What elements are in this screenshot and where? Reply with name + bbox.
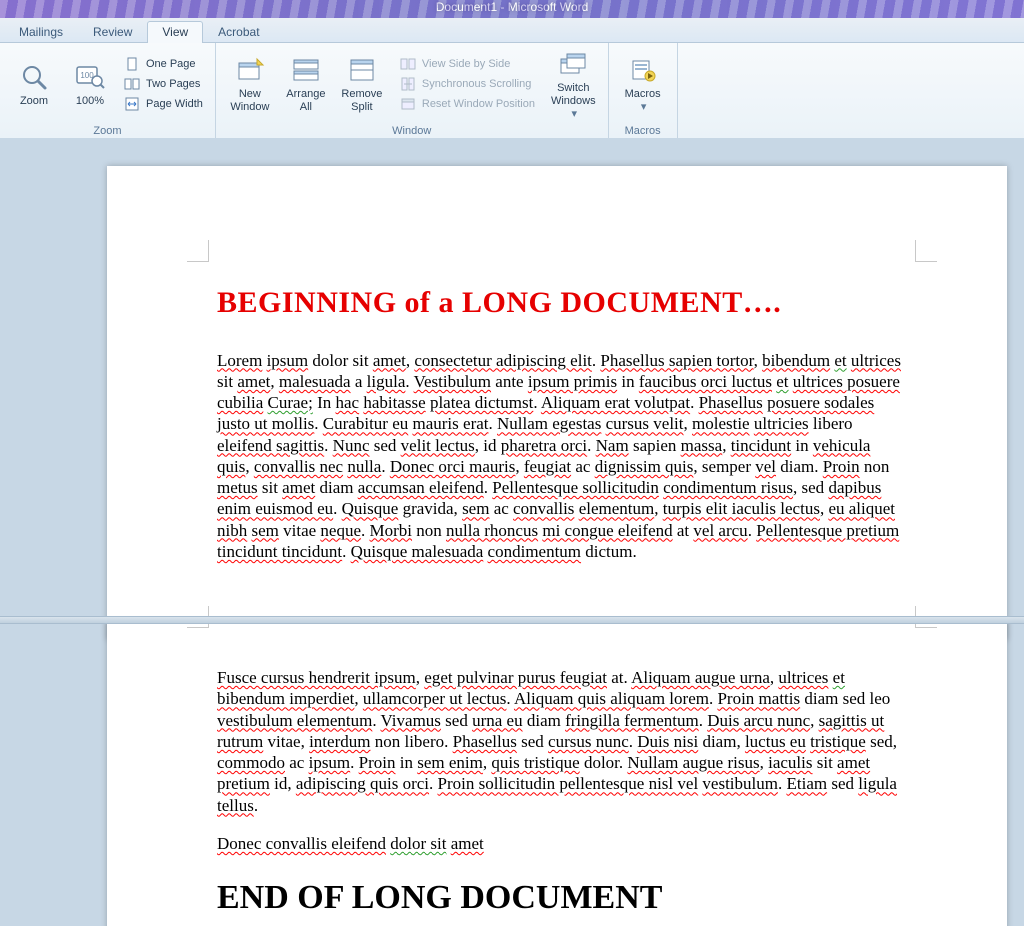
- switch-windows-label: Switch Windows: [551, 82, 596, 108]
- tab-mailings[interactable]: Mailings: [4, 21, 78, 43]
- synchronous-scrolling-icon: [400, 76, 416, 92]
- synchronous-scrolling-button[interactable]: Synchronous Scrolling: [398, 75, 537, 93]
- synchronous-scrolling-label: Synchronous Scrolling: [422, 78, 531, 90]
- ribbon-tabs: Mailings Review View Acrobat: [0, 18, 1024, 43]
- ribbon-group-zoom: Zoom 100 100% One P: [0, 43, 216, 139]
- document-area[interactable]: BEGINNING of a LONG DOCUMENT…. Lorem ips…: [0, 138, 1024, 926]
- zoom-icon: [18, 61, 50, 93]
- view-side-by-side-icon: [400, 56, 416, 72]
- two-pages-icon: [124, 76, 140, 92]
- page-width-button[interactable]: Page Width: [122, 95, 205, 113]
- one-page-icon: [124, 56, 140, 72]
- view-side-by-side-label: View Side by Side: [422, 58, 510, 70]
- two-pages-button[interactable]: Two Pages: [122, 75, 205, 93]
- one-page-button[interactable]: One Page: [122, 55, 205, 73]
- one-page-label: One Page: [146, 58, 196, 70]
- document-page-bottom[interactable]: Fusce cursus hendrerit ipsum, eget pulvi…: [107, 622, 1007, 926]
- new-window-icon: [234, 54, 266, 86]
- page-width-icon: [124, 96, 140, 112]
- remove-split-icon: [346, 54, 378, 86]
- hundred-percent-icon: 100: [74, 61, 106, 93]
- hundred-percent-button[interactable]: 100 100%: [62, 59, 118, 110]
- macros-icon: [627, 54, 659, 86]
- document-page-top[interactable]: BEGINNING of a LONG DOCUMENT…. Lorem ips…: [107, 166, 1007, 640]
- hundred-percent-label: 100%: [76, 95, 104, 108]
- chevron-down-icon: ▾: [641, 101, 647, 114]
- macros-button[interactable]: Macros ▾: [615, 52, 671, 116]
- ribbon-group-window: New Window Arrange All: [216, 43, 609, 139]
- ribbon: Zoom 100 100% One P: [0, 43, 1024, 140]
- switch-windows-button[interactable]: Switch Windows ▾: [545, 46, 602, 123]
- tab-acrobat[interactable]: Acrobat: [203, 21, 274, 43]
- paragraph: Donec convallis eleifend dolor sit amet: [217, 833, 907, 854]
- paragraph: Fusce cursus hendrerit ipsum, eget pulvi…: [217, 667, 907, 816]
- zoom-button[interactable]: Zoom: [6, 59, 62, 110]
- reset-window-position-icon: [400, 96, 416, 112]
- tab-review[interactable]: Review: [78, 21, 147, 43]
- reset-window-position-label: Reset Window Position: [422, 98, 535, 110]
- macros-label: Macros: [625, 88, 661, 101]
- chevron-down-icon: ▾: [572, 108, 578, 121]
- new-window-button[interactable]: New Window: [222, 52, 278, 116]
- ribbon-group-macros: Macros ▾ Macros: [609, 43, 678, 139]
- margin-guide: [915, 240, 937, 262]
- title-bar: Document1 - Microsoft Word: [0, 0, 1024, 18]
- arrange-all-button[interactable]: Arrange All: [278, 52, 334, 116]
- heading-begin: BEGINNING of a LONG DOCUMENT….: [217, 284, 907, 322]
- new-window-label: New Window: [230, 88, 269, 114]
- svg-text:100: 100: [80, 71, 94, 80]
- zoom-group-label: Zoom: [6, 123, 209, 139]
- view-side-by-side-button[interactable]: View Side by Side: [398, 55, 537, 73]
- arrange-all-label: Arrange All: [286, 88, 325, 114]
- arrange-all-icon: [290, 54, 322, 86]
- margin-guide: [187, 240, 209, 262]
- remove-split-button[interactable]: Remove Split: [334, 52, 390, 116]
- window-title: Document1 - Microsoft Word: [436, 0, 589, 14]
- heading-end: END OF LONG DOCUMENT: [217, 877, 907, 920]
- zoom-label: Zoom: [20, 95, 48, 108]
- macros-group-label: Macros: [615, 123, 671, 139]
- page-width-label: Page Width: [146, 98, 203, 110]
- two-pages-label: Two Pages: [146, 78, 200, 90]
- window-group-label: Window: [222, 123, 602, 139]
- remove-split-label: Remove Split: [341, 88, 382, 114]
- tab-view[interactable]: View: [147, 21, 203, 43]
- split-divider[interactable]: [0, 616, 1024, 624]
- switch-windows-icon: [557, 48, 589, 80]
- paragraph: Lorem ipsum dolor sit amet, consectetur …: [217, 350, 907, 563]
- reset-window-position-button[interactable]: Reset Window Position: [398, 95, 537, 113]
